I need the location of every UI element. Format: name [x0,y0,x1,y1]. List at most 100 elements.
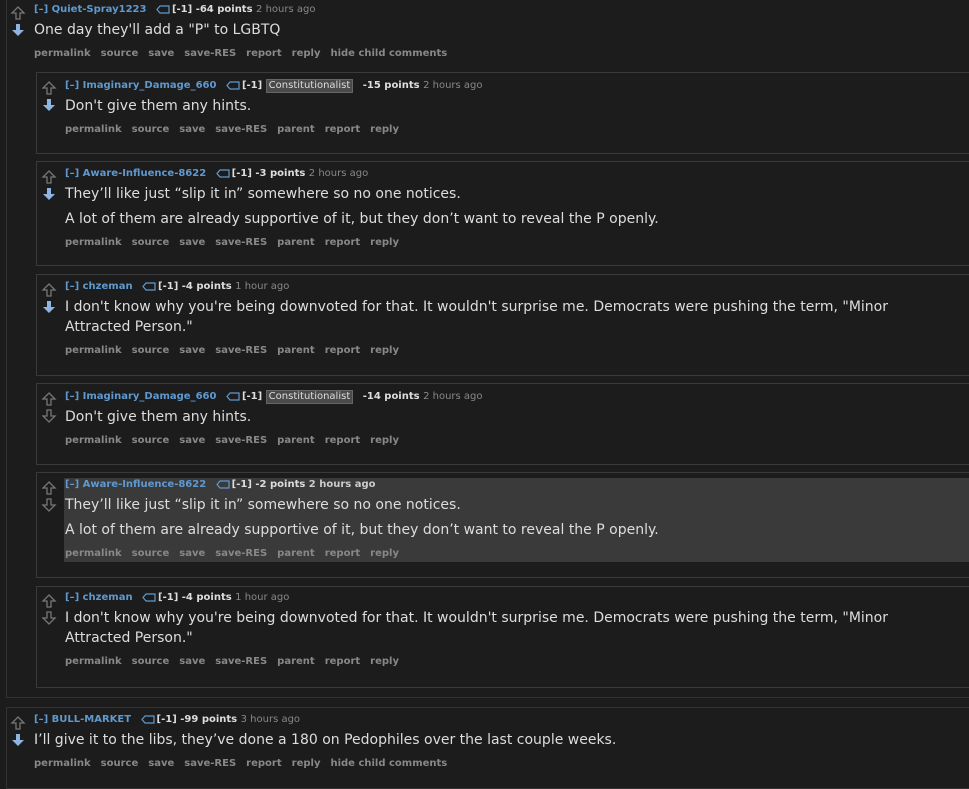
collapse-toggle[interactable]: [–] [65,281,79,292]
author-link[interactable]: Quiet-Spray1223 [52,4,147,15]
permalink-button[interactable]: permalink [65,548,122,559]
reply-button[interactable]: reply [370,548,399,559]
tag-icon[interactable] [142,592,156,602]
author-link[interactable]: chzeman [83,281,133,292]
source-button[interactable]: source [132,656,170,667]
upvote-arrow-icon[interactable] [41,391,57,407]
permalink-button[interactable]: permalink [34,758,91,769]
source-button[interactable]: source [101,758,139,769]
reply-button[interactable]: reply [292,48,321,59]
downvote-arrow-icon[interactable] [41,299,57,315]
save-res-button[interactable]: save-RES [184,48,236,59]
permalink-button[interactable]: permalink [65,435,122,446]
timestamp: 1 hour ago [235,281,290,292]
downvote-arrow-icon[interactable] [41,497,57,513]
upvote-arrow-icon[interactable] [41,80,57,96]
save-res-button[interactable]: save-RES [215,124,267,135]
author-link[interactable]: Imaginary_Damage_660 [83,391,217,402]
author-link[interactable]: chzeman [83,592,133,603]
author-link[interactable]: Imaginary_Damage_660 [83,80,217,91]
report-button[interactable]: report [325,124,360,135]
permalink-button[interactable]: permalink [65,237,122,248]
parent-button[interactable]: parent [277,345,315,356]
reply-button[interactable]: reply [292,758,321,769]
parent-button[interactable]: parent [277,656,315,667]
collapse-toggle[interactable]: [–] [65,592,79,603]
downvote-arrow-icon[interactable] [41,610,57,626]
collapse-toggle[interactable]: [–] [65,391,79,402]
tag-icon[interactable] [215,168,230,178]
upvote-arrow-icon[interactable] [41,480,57,496]
downvote-arrow-icon[interactable] [41,97,57,113]
source-button[interactable]: source [132,124,170,135]
tag-icon[interactable] [226,391,240,401]
reply-button[interactable]: reply [370,656,399,667]
permalink-button[interactable]: permalink [34,48,91,59]
reply-button[interactable]: reply [370,237,399,248]
parent-button[interactable]: parent [277,237,315,248]
report-button[interactable]: report [325,548,360,559]
tag-icon[interactable] [140,714,155,724]
source-button[interactable]: source [132,435,170,446]
downvote-arrow-icon[interactable] [41,408,57,424]
report-button[interactable]: report [325,345,360,356]
upvote-arrow-icon[interactable] [10,715,26,731]
score: -64 points [195,4,253,15]
downvote-arrow-icon[interactable] [10,732,26,748]
reply-button[interactable]: reply [370,124,399,135]
source-button[interactable]: source [101,48,139,59]
source-button[interactable]: source [132,237,170,248]
hide-children-button[interactable]: hide child comments [330,48,447,59]
report-button[interactable]: report [246,758,281,769]
tag-icon[interactable] [142,281,156,291]
save-button[interactable]: save [179,124,205,135]
collapse-toggle[interactable]: [–] [65,168,79,179]
reply-button[interactable]: reply [370,435,399,446]
report-button[interactable]: report [325,237,360,248]
permalink-button[interactable]: permalink [65,345,122,356]
save-res-button[interactable]: save-RES [215,656,267,667]
permalink-button[interactable]: permalink [65,656,122,667]
report-button[interactable]: report [325,435,360,446]
upvote-arrow-icon[interactable] [41,282,57,298]
collapse-toggle[interactable]: [–] [34,714,48,725]
save-res-button[interactable]: save-RES [215,237,267,248]
downvote-arrow-icon[interactable] [10,22,26,38]
save-button[interactable]: save [179,656,205,667]
tag-icon[interactable] [215,479,230,489]
save-button[interactable]: save [179,435,205,446]
upvote-arrow-icon[interactable] [41,593,57,609]
save-res-button[interactable]: save-RES [215,345,267,356]
tag-icon[interactable] [226,80,240,90]
source-button[interactable]: source [132,345,170,356]
vote-weight: [-1] [156,714,177,725]
upvote-arrow-icon[interactable] [41,169,57,185]
author-link[interactable]: BULL-MARKET [52,714,131,725]
author-link[interactable]: Aware-Influence-8622 [83,479,207,490]
parent-button[interactable]: parent [277,124,315,135]
permalink-button[interactable]: permalink [65,124,122,135]
report-button[interactable]: report [246,48,281,59]
save-res-button[interactable]: save-RES [215,435,267,446]
save-button[interactable]: save [148,48,174,59]
collapse-toggle[interactable]: [–] [65,80,79,91]
source-button[interactable]: source [132,548,170,559]
collapse-toggle[interactable]: [–] [34,4,48,15]
save-button[interactable]: save [179,237,205,248]
parent-button[interactable]: parent [277,548,315,559]
save-button[interactable]: save [179,548,205,559]
hide-children-button[interactable]: hide child comments [330,758,447,769]
reply-button[interactable]: reply [370,345,399,356]
downvote-arrow-icon[interactable] [41,186,57,202]
tag-icon[interactable] [156,4,170,14]
save-res-button[interactable]: save-RES [215,548,267,559]
collapse-toggle[interactable]: [–] [65,479,79,490]
report-button[interactable]: report [325,656,360,667]
save-res-button[interactable]: save-RES [184,758,236,769]
vote-weight: [-1] [231,479,252,490]
save-button[interactable]: save [148,758,174,769]
upvote-arrow-icon[interactable] [10,5,26,21]
parent-button[interactable]: parent [277,435,315,446]
save-button[interactable]: save [179,345,205,356]
author-link[interactable]: Aware-Influence-8622 [83,168,207,179]
